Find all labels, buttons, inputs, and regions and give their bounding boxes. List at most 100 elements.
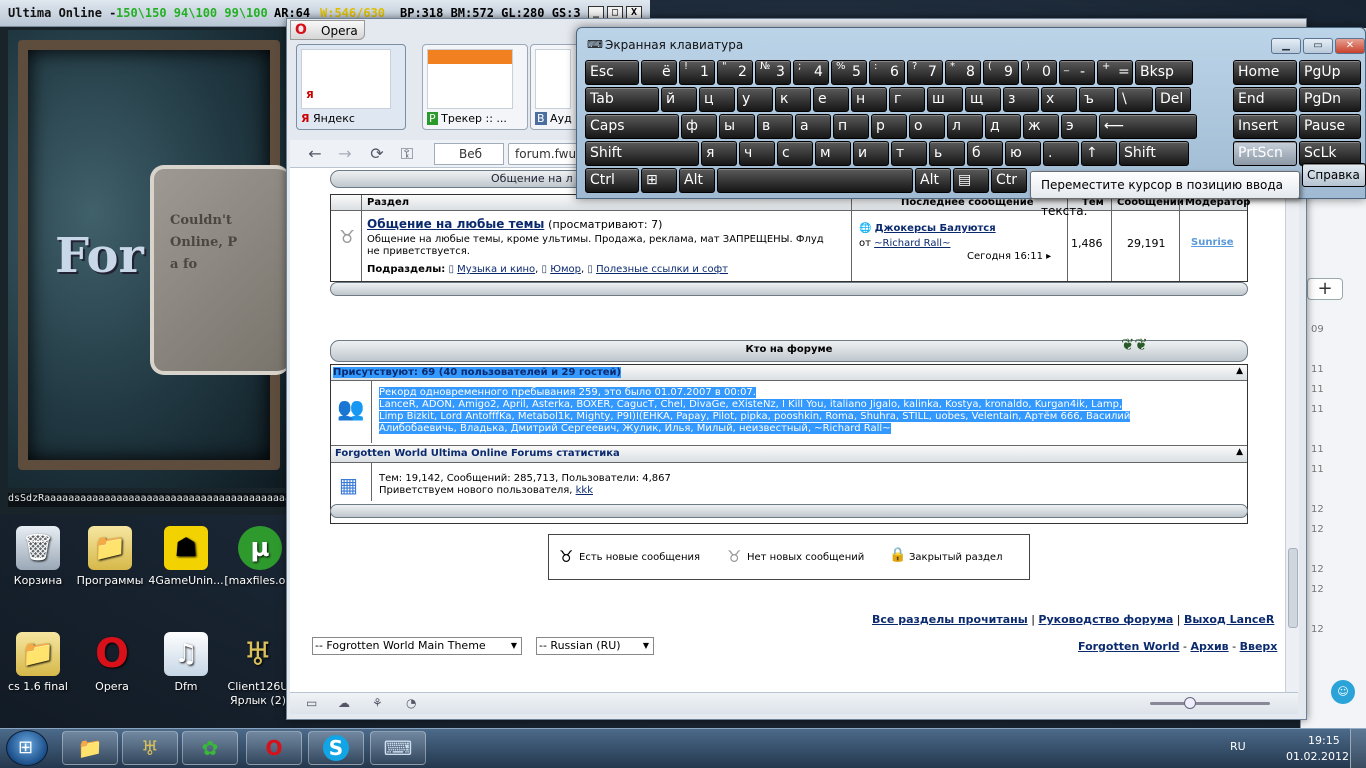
chat-bubble-icon[interactable]: ☺	[1331, 680, 1355, 704]
taskbar-uo-client[interactable]: ♅	[122, 731, 178, 765]
key-Alt[interactable]: Alt	[915, 168, 951, 193]
key-Del[interactable]: Del	[1155, 87, 1191, 112]
taskbar-opera[interactable]: O	[246, 731, 302, 765]
help-button[interactable]: Справка	[1302, 163, 1366, 187]
key-н[interactable]: н	[851, 87, 887, 112]
key-8[interactable]: * 8	[945, 60, 981, 85]
add-button[interactable]: +	[1307, 278, 1343, 300]
kbd-maximize-button[interactable]: ▭	[1303, 38, 1333, 54]
key-Ctrl[interactable]: Ctrl	[585, 168, 639, 193]
key-1[interactable]: ! 1	[679, 60, 715, 85]
kbd-minimize-button[interactable]: ▁	[1271, 38, 1301, 54]
desktop-icon-programs[interactable]: 📁 Программы	[72, 526, 148, 588]
taskbar-explorer[interactable]: 📁	[62, 731, 118, 765]
key-ц[interactable]: ц	[699, 87, 735, 112]
reload-button[interactable]: ⟳	[366, 144, 388, 164]
last-post-user[interactable]: ~Richard Rall~	[874, 238, 950, 249]
key-ш[interactable]: ш	[927, 87, 963, 112]
key-с[interactable]: с	[777, 141, 813, 166]
key-р[interactable]: р	[871, 114, 907, 139]
scrollbar-thumb[interactable]	[1288, 548, 1298, 628]
key-▤[interactable]: ▤	[953, 168, 989, 193]
key--[interactable]: _ -	[1059, 60, 1095, 85]
zoom-slider[interactable]	[1150, 697, 1270, 709]
key-Esc[interactable]: Esc	[585, 60, 639, 85]
desktop-icon-cs16[interactable]: 📁 cs 1.6 final	[0, 632, 76, 694]
key-Insert[interactable]: Insert	[1233, 114, 1297, 139]
key-ч[interactable]: ч	[739, 141, 775, 166]
key-ъ[interactable]: ъ	[1079, 87, 1115, 112]
language-select[interactable]: -- Russian (RU) ▼	[536, 637, 654, 655]
opera-menu-button[interactable]: O Opera	[290, 20, 365, 40]
moderator-link[interactable]: Sunrise	[1191, 237, 1234, 248]
page-scrollbar[interactable]	[1285, 168, 1299, 692]
key-к[interactable]: к	[775, 87, 811, 112]
key-\[interactable]: \	[1117, 87, 1153, 112]
start-button[interactable]: ⊞	[6, 730, 48, 766]
back-button[interactable]: ←	[304, 144, 326, 164]
key-2[interactable]: " 2	[717, 60, 753, 85]
key-в[interactable]: в	[757, 114, 793, 139]
key-↑[interactable]: ↑	[1081, 141, 1117, 166]
key-Caps[interactable]: Caps	[585, 114, 679, 139]
key-=[interactable]: + =	[1097, 60, 1133, 85]
key-space[interactable]	[717, 168, 913, 193]
taskbar-on-screen-keyboard[interactable]: ⌨	[370, 731, 426, 765]
cloud-icon[interactable]: ☁	[338, 696, 350, 710]
key-г[interactable]: г	[889, 87, 925, 112]
key-ы[interactable]: ы	[719, 114, 755, 139]
taskbar-icq[interactable]: ✿	[182, 731, 238, 765]
key-м[interactable]: м	[815, 141, 851, 166]
key-б[interactable]: б	[967, 141, 1003, 166]
ultima-title-bar[interactable]: Ultima Online - 150\150 94\100 99\100 AR…	[0, 0, 290, 27]
turbo-icon[interactable]: ◔	[406, 696, 416, 710]
key-Tab[interactable]: Tab	[585, 87, 659, 112]
key-7[interactable]: ? 7	[907, 60, 943, 85]
tab-tracker[interactable]: P Трекер :: ...	[422, 44, 528, 130]
key-⟵[interactable]: ⟵	[1099, 114, 1197, 139]
key-Home[interactable]: Home	[1233, 60, 1297, 85]
key-Shift[interactable]: Shift	[1119, 141, 1189, 166]
key-PgUp[interactable]: PgUp	[1299, 60, 1361, 85]
desktop-icon-4game[interactable]: ☗ 4GameUnin...	[148, 526, 224, 588]
key-.[interactable]: .	[1043, 141, 1079, 166]
search-engine-field[interactable]: Веб	[434, 143, 504, 165]
theme-select[interactable]: -- Fogrotten World Main Theme ▼	[312, 637, 522, 655]
key-щ[interactable]: щ	[965, 87, 1001, 112]
key-э[interactable]: э	[1061, 114, 1097, 139]
language-indicator[interactable]: RU	[1230, 740, 1246, 753]
key-3[interactable]: № 3	[755, 60, 791, 85]
key-Bksp[interactable]: Bksp	[1135, 60, 1193, 85]
forward-button[interactable]: →	[334, 144, 356, 164]
key-д[interactable]: д	[985, 114, 1021, 139]
key-х[interactable]: х	[1041, 87, 1077, 112]
key-5[interactable]: % 5	[831, 60, 867, 85]
unite-icon[interactable]: ⚘	[372, 696, 383, 710]
desktop-icon-opera[interactable]: O Opera	[74, 631, 150, 694]
key-⊞[interactable]: ⊞	[641, 168, 677, 193]
clock-date[interactable]: 01.02.2012	[1286, 750, 1349, 763]
key-я[interactable]: я	[701, 141, 737, 166]
key-п[interactable]: п	[833, 114, 869, 139]
key-о[interactable]: о	[909, 114, 945, 139]
key-з[interactable]: з	[1003, 87, 1039, 112]
new-user-link[interactable]: kkk	[576, 485, 593, 496]
key-ф[interactable]: ф	[681, 114, 717, 139]
go-to-last-post-icon[interactable]: ▸	[1046, 251, 1051, 262]
key-и[interactable]: и	[853, 141, 889, 166]
key-Ctr[interactable]: Ctr	[991, 168, 1027, 193]
collapse-icon[interactable]: ▲	[1236, 447, 1243, 457]
key-у[interactable]: у	[737, 87, 773, 112]
key-Pause[interactable]: Pause	[1299, 114, 1361, 139]
desktop-icon-client126u[interactable]: ♅ Client126U Ярлык (2)	[220, 632, 296, 708]
kbd-close-button[interactable]: ✕	[1335, 38, 1365, 54]
key-Alt[interactable]: Alt	[679, 168, 715, 193]
zoom-slider-thumb[interactable]	[1184, 697, 1196, 709]
key-й[interactable]: й	[661, 87, 697, 112]
key-ж[interactable]: ж	[1023, 114, 1059, 139]
key-т[interactable]: т	[891, 141, 927, 166]
key-6[interactable]: :6	[869, 60, 905, 85]
key-ё[interactable]: ё	[641, 60, 677, 85]
key-End[interactable]: End	[1233, 87, 1297, 112]
key-PgDn[interactable]: PgDn	[1299, 87, 1361, 112]
